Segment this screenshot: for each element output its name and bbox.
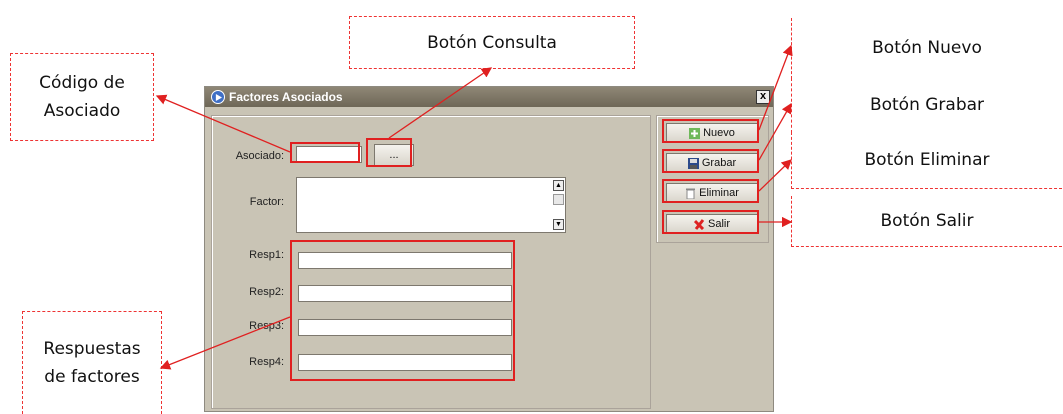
factor-textarea[interactable]: ▲ ▼ xyxy=(296,177,566,233)
exit-x-icon xyxy=(693,218,705,230)
app-icon xyxy=(211,90,225,104)
callout-boton-salir: Botón Salir xyxy=(791,196,1062,247)
resp2-label: Resp2: xyxy=(249,286,284,298)
callout-boton-eliminar-text: Botón Eliminar xyxy=(864,150,990,170)
nuevo-label: Nuevo xyxy=(703,127,735,139)
resp2-input[interactable] xyxy=(298,285,512,302)
add-icon xyxy=(689,127,701,139)
resp1-input[interactable] xyxy=(298,252,512,269)
resp1-label: Resp1: xyxy=(249,249,284,261)
nuevo-button[interactable]: Nuevo xyxy=(666,123,758,143)
scroll-up-icon[interactable]: ▲ xyxy=(553,180,564,191)
scroll-middle-icon[interactable] xyxy=(553,194,564,205)
factores-window: Factores Asociados x Asociado: ... Facto… xyxy=(204,86,774,412)
salir-button[interactable]: Salir xyxy=(666,214,758,234)
asociado-label: Asociado: xyxy=(235,150,284,162)
close-icon[interactable]: x xyxy=(756,90,770,104)
callout-respuestas-text: Respuestas de factores xyxy=(43,339,141,387)
callout-boton-salir-text: Botón Salir xyxy=(880,211,974,231)
callout-boton-consulta: Botón Consulta xyxy=(349,16,635,69)
callout-codigo-asociado: Código de Asociado xyxy=(10,53,154,141)
callout-boton-eliminar: Botón Eliminar xyxy=(791,132,1062,189)
callout-boton-nuevo: Botón Nuevo xyxy=(791,18,1062,79)
form-panel: Asociado: ... Factor: ▲ ▼ Resp1: Resp2: … xyxy=(211,115,651,409)
callout-boton-grabar: Botón Grabar xyxy=(791,78,1062,133)
consulta-button[interactable]: ... xyxy=(374,144,414,166)
salir-label: Salir xyxy=(707,218,730,230)
button-panel: Nuevo Grabar Eliminar Salir xyxy=(656,115,769,243)
eliminar-label: Eliminar xyxy=(699,187,739,199)
asociado-input[interactable] xyxy=(296,146,362,163)
window-title: Factores Asociados xyxy=(229,90,343,104)
consulta-button-label: ... xyxy=(389,149,399,161)
grabar-label: Grabar xyxy=(701,157,737,169)
callout-respuestas: Respuestas de factores xyxy=(22,311,162,414)
resp4-label: Resp4: xyxy=(249,356,284,368)
factor-label: Factor: xyxy=(249,196,284,208)
grabar-button[interactable]: Grabar xyxy=(666,153,758,173)
callout-boton-consulta-text: Botón Consulta xyxy=(427,32,557,53)
resp3-label: Resp3: xyxy=(249,320,284,332)
callout-boton-nuevo-text: Botón Nuevo xyxy=(872,38,982,58)
trash-icon xyxy=(685,188,696,199)
scroll-down-icon[interactable]: ▼ xyxy=(553,219,564,230)
eliminar-button[interactable]: Eliminar xyxy=(666,183,758,203)
callout-codigo-asociado-text: Código de Asociado xyxy=(39,73,125,121)
window-titlebar: Factores Asociados x xyxy=(205,87,773,107)
resp4-input[interactable] xyxy=(298,354,512,371)
callout-boton-grabar-text: Botón Grabar xyxy=(869,95,985,115)
save-icon xyxy=(687,157,699,169)
resp3-input[interactable] xyxy=(298,319,512,336)
